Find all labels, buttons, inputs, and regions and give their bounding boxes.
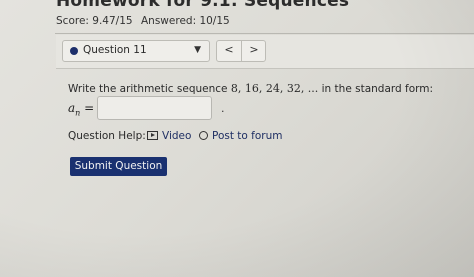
header-divider	[55, 33, 474, 34]
question-select[interactable]: Question 11 ▼	[62, 40, 210, 62]
caret-down-icon: ▼	[194, 45, 201, 55]
equals-sign: =	[84, 101, 95, 115]
question-status-dot	[70, 47, 78, 55]
variable-subscript: n	[75, 108, 81, 118]
answer-input[interactable]	[97, 96, 212, 120]
question-pager: < >	[216, 40, 266, 62]
post-to-forum-link[interactable]: Post to forum	[199, 130, 283, 142]
question-help-label: Question Help:	[68, 130, 146, 142]
speech-bubble-icon	[199, 131, 208, 140]
score-text: Score: 9.47/15	[56, 15, 133, 27]
page-title: Homework for 9.1: Sequences	[56, 0, 350, 11]
video-link-label: Video	[162, 130, 192, 142]
previous-question-button[interactable]: <	[217, 43, 241, 56]
answer-period: .	[221, 102, 225, 115]
answered-text: Answered: 10/15	[141, 15, 230, 27]
next-question-button[interactable]: >	[242, 43, 266, 56]
question-prompt: Write the arithmetic sequence 8, 16, 24,…	[68, 82, 433, 95]
question-nav-panel: Question 11 ▼ < >	[56, 35, 474, 69]
video-help-link[interactable]: Video	[147, 130, 191, 142]
prompt-text-before: Write the arithmetic sequence	[68, 83, 231, 95]
submit-question-button[interactable]: Submit Question	[70, 157, 167, 176]
answer-variable: an =	[68, 101, 94, 117]
forum-link-label: Post to forum	[212, 130, 283, 142]
score-bar: Score: 9.47/15 Answered: 10/15	[56, 15, 230, 27]
prompt-sequence: 8, 16, 24, 32, ...	[230, 82, 319, 95]
question-select-label: Question 11	[83, 44, 147, 56]
prompt-text-after: in the standard form:	[318, 83, 434, 95]
video-play-icon	[147, 131, 158, 140]
